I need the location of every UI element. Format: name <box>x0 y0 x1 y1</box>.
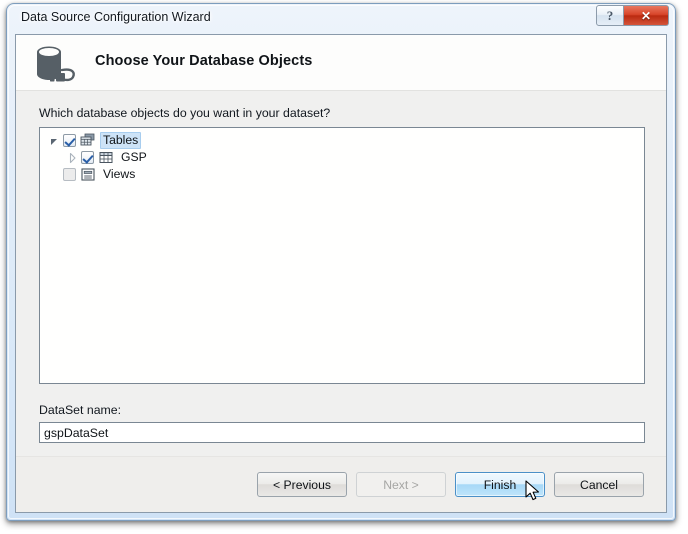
checkbox-views[interactable] <box>63 168 76 181</box>
dataset-name-label: DataSet name: <box>39 403 122 417</box>
checkbox-tables[interactable] <box>63 134 76 147</box>
desktop-background: Data Source Configuration Wizard ? ✕ Cho… <box>0 0 688 534</box>
next-button: Next > <box>356 472 446 497</box>
window-title: Data Source Configuration Wizard <box>21 10 211 24</box>
tree-label-views: Views <box>103 167 136 181</box>
tree-item-gsp[interactable]: GSP <box>40 149 644 166</box>
expander-collapse-icon[interactable] <box>47 133 63 149</box>
next-button-label: Next > <box>383 477 419 492</box>
view-window-icon <box>80 167 96 182</box>
finish-button-label: Finish <box>483 477 517 492</box>
wizard-buttons: < Previous Next > Finish Cancel <box>257 472 644 497</box>
previous-button-label: < Previous <box>273 477 331 492</box>
table-grid-icon <box>98 150 114 165</box>
previous-button[interactable]: < Previous <box>257 472 347 497</box>
database-connection-icon <box>29 43 83 87</box>
tables-stack-icon <box>80 133 96 148</box>
tree-label-tables: Tables <box>100 132 142 149</box>
cancel-button-label: Cancel <box>580 477 618 492</box>
tree-item-views[interactable]: Views <box>40 166 644 183</box>
dataset-name-input[interactable] <box>39 422 645 443</box>
header-band: Choose Your Database Objects <box>16 35 666 91</box>
dialog-client-area: Choose Your Database Objects Which datab… <box>15 34 667 513</box>
finish-button[interactable]: Finish <box>455 472 545 497</box>
tree-item-tables[interactable]: Tables <box>40 132 644 149</box>
expander-placeholder <box>47 167 63 183</box>
dialog-body: Which database objects do you want in yo… <box>16 91 666 458</box>
close-icon: ✕ <box>640 8 652 23</box>
close-button[interactable]: ✕ <box>624 5 669 26</box>
title-bar[interactable]: Data Source Configuration Wizard ? ✕ <box>7 4 675 34</box>
window-controls: ? ✕ <box>596 5 669 26</box>
button-strip: < Previous Next > Finish Cancel <box>16 456 666 512</box>
help-button[interactable]: ? <box>596 5 624 26</box>
expander-expand-icon[interactable] <box>65 150 81 166</box>
cancel-button[interactable]: Cancel <box>554 472 644 497</box>
page-title: Choose Your Database Objects <box>95 53 313 69</box>
database-objects-tree[interactable]: Tables GSP Views <box>39 127 645 384</box>
wizard-window: Data Source Configuration Wizard ? ✕ Cho… <box>6 3 676 521</box>
help-icon: ? <box>606 7 614 23</box>
checkbox-gsp[interactable] <box>81 151 94 164</box>
prompt-text: Which database objects do you want in yo… <box>39 106 331 120</box>
tree-label-gsp: GSP <box>121 150 147 164</box>
